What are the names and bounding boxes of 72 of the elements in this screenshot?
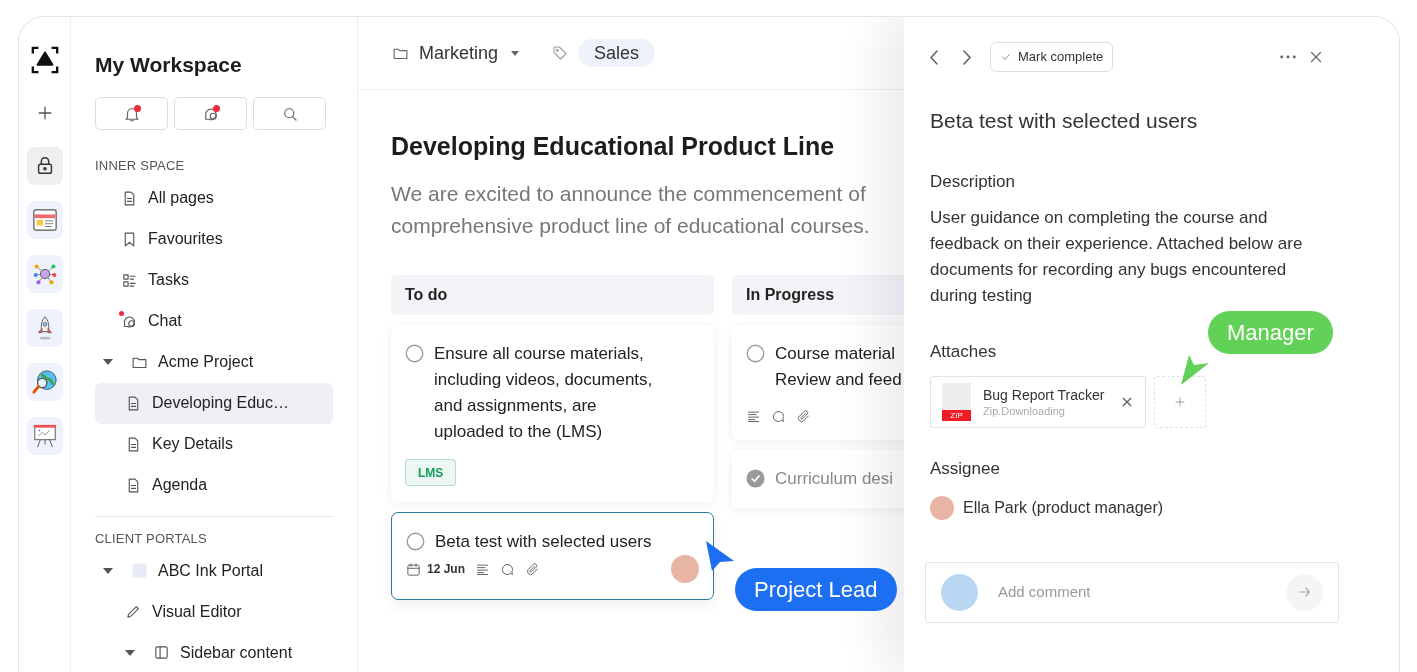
checkbox-circle[interactable] [406, 532, 425, 551]
caret-icon [125, 649, 135, 656]
role-label: Manager [1208, 311, 1333, 354]
calendar-icon [406, 561, 421, 577]
task-description: User guidance on completing the course and feedback on their experience. Attached below are documents for recording any bugs encountered during testing [930, 206, 1304, 307]
task-title: Course material Review and feed [775, 343, 902, 391]
tag-icon [552, 45, 569, 61]
role-label: Project Lead [735, 568, 897, 611]
task-card[interactable]: Ensure all course materials, including videos, documents, and assignments, are uploaded to the (LMS) LMS [391, 325, 714, 502]
column-header: In Progress [732, 275, 904, 315]
checkbox-circle[interactable] [746, 344, 765, 363]
sidebar-item[interactable]: Developing Educ… [95, 382, 333, 424]
dropdown-caret-icon [510, 48, 521, 58]
section-label: Attaches [930, 340, 998, 363]
globe-magnifier-icon[interactable] [26, 363, 63, 401]
due-date: 12 Jun [427, 561, 465, 578]
comment-icon [500, 561, 515, 577]
folder-dropdown[interactable]: Marketing [419, 39, 521, 67]
pointer-arrow-icon [705, 540, 735, 572]
logo-icon[interactable] [29, 45, 60, 75]
zip-file-icon: ZIP [942, 383, 971, 421]
task-detail-title: Beta test with selected users [930, 108, 1199, 134]
task-card[interactable]: Beta test with selected users 12 Jun [391, 512, 714, 600]
rocket-icon[interactable] [26, 309, 63, 347]
comment-icon [771, 409, 786, 424]
chevron-left-icon[interactable] [930, 49, 938, 65]
arrow-right-icon [1296, 584, 1313, 600]
pointer-arrow-icon [1179, 354, 1211, 386]
chat-button[interactable] [174, 97, 247, 130]
browser-window-icon[interactable] [26, 201, 63, 239]
file-status: Zip.Downloading [983, 404, 1066, 418]
attachment-card[interactable]: ZIP Bug Report Tracker Zip.Downloading [930, 376, 1146, 428]
file-name: Bug Report Tracker [983, 386, 1106, 404]
task-title: Beta test with selected users [435, 531, 652, 553]
task-card[interactable]: Course material Review and feed [732, 325, 904, 440]
more-icon[interactable] [1279, 54, 1297, 60]
caret-icon [103, 359, 113, 365]
list-icon [121, 271, 138, 289]
tag-label: LMS [405, 459, 457, 486]
paperclip-icon [525, 561, 540, 577]
remove-icon[interactable] [1120, 395, 1134, 409]
section-heading: INNER SPACE [95, 157, 186, 175]
pencil-icon [125, 603, 142, 620]
page-title: Developing Educational Product Line [391, 131, 836, 162]
comment-field[interactable]: Add comment [925, 561, 1339, 623]
layout-icon [153, 644, 170, 661]
assignee-name: Ella Park (product manager) [963, 497, 1164, 518]
network-people-icon[interactable] [26, 255, 63, 293]
lock-icon[interactable] [26, 147, 63, 185]
workspace-title: My Workspace [95, 52, 243, 78]
task-title: Curriculum desi [775, 468, 894, 490]
section-label: Description [930, 171, 1017, 193]
task-title: Ensure all course materials, including videos, documents, and assignments, are uploaded to the (LMS) [434, 343, 653, 443]
section-heading: CLIENT PORTALS [95, 529, 208, 548]
page-description: We are excited to announce the commencement of comprehensive product line of educational courses. [391, 181, 871, 239]
caret-icon [103, 567, 113, 574]
plus-icon [1174, 396, 1186, 408]
chevron-right-icon[interactable] [963, 49, 971, 65]
bell-button[interactable] [95, 97, 168, 130]
section-label: Assignee [930, 458, 1001, 480]
paperclip-icon [796, 409, 811, 424]
checkbox-circle[interactable] [405, 344, 424, 363]
check-icon [1000, 51, 1012, 63]
comment-input[interactable]: Add comment [998, 580, 1266, 604]
task-card[interactable]: Curriculum desi [732, 450, 904, 508]
tag-chip[interactable]: Sales [578, 39, 656, 67]
mark-complete-button[interactable]: Mark complete [990, 42, 1114, 72]
column-header: To do [391, 275, 714, 315]
avatar [930, 495, 954, 520]
checked-circle-icon[interactable] [746, 469, 765, 488]
presentation-board-icon[interactable] [26, 417, 63, 455]
avatar [941, 573, 978, 611]
